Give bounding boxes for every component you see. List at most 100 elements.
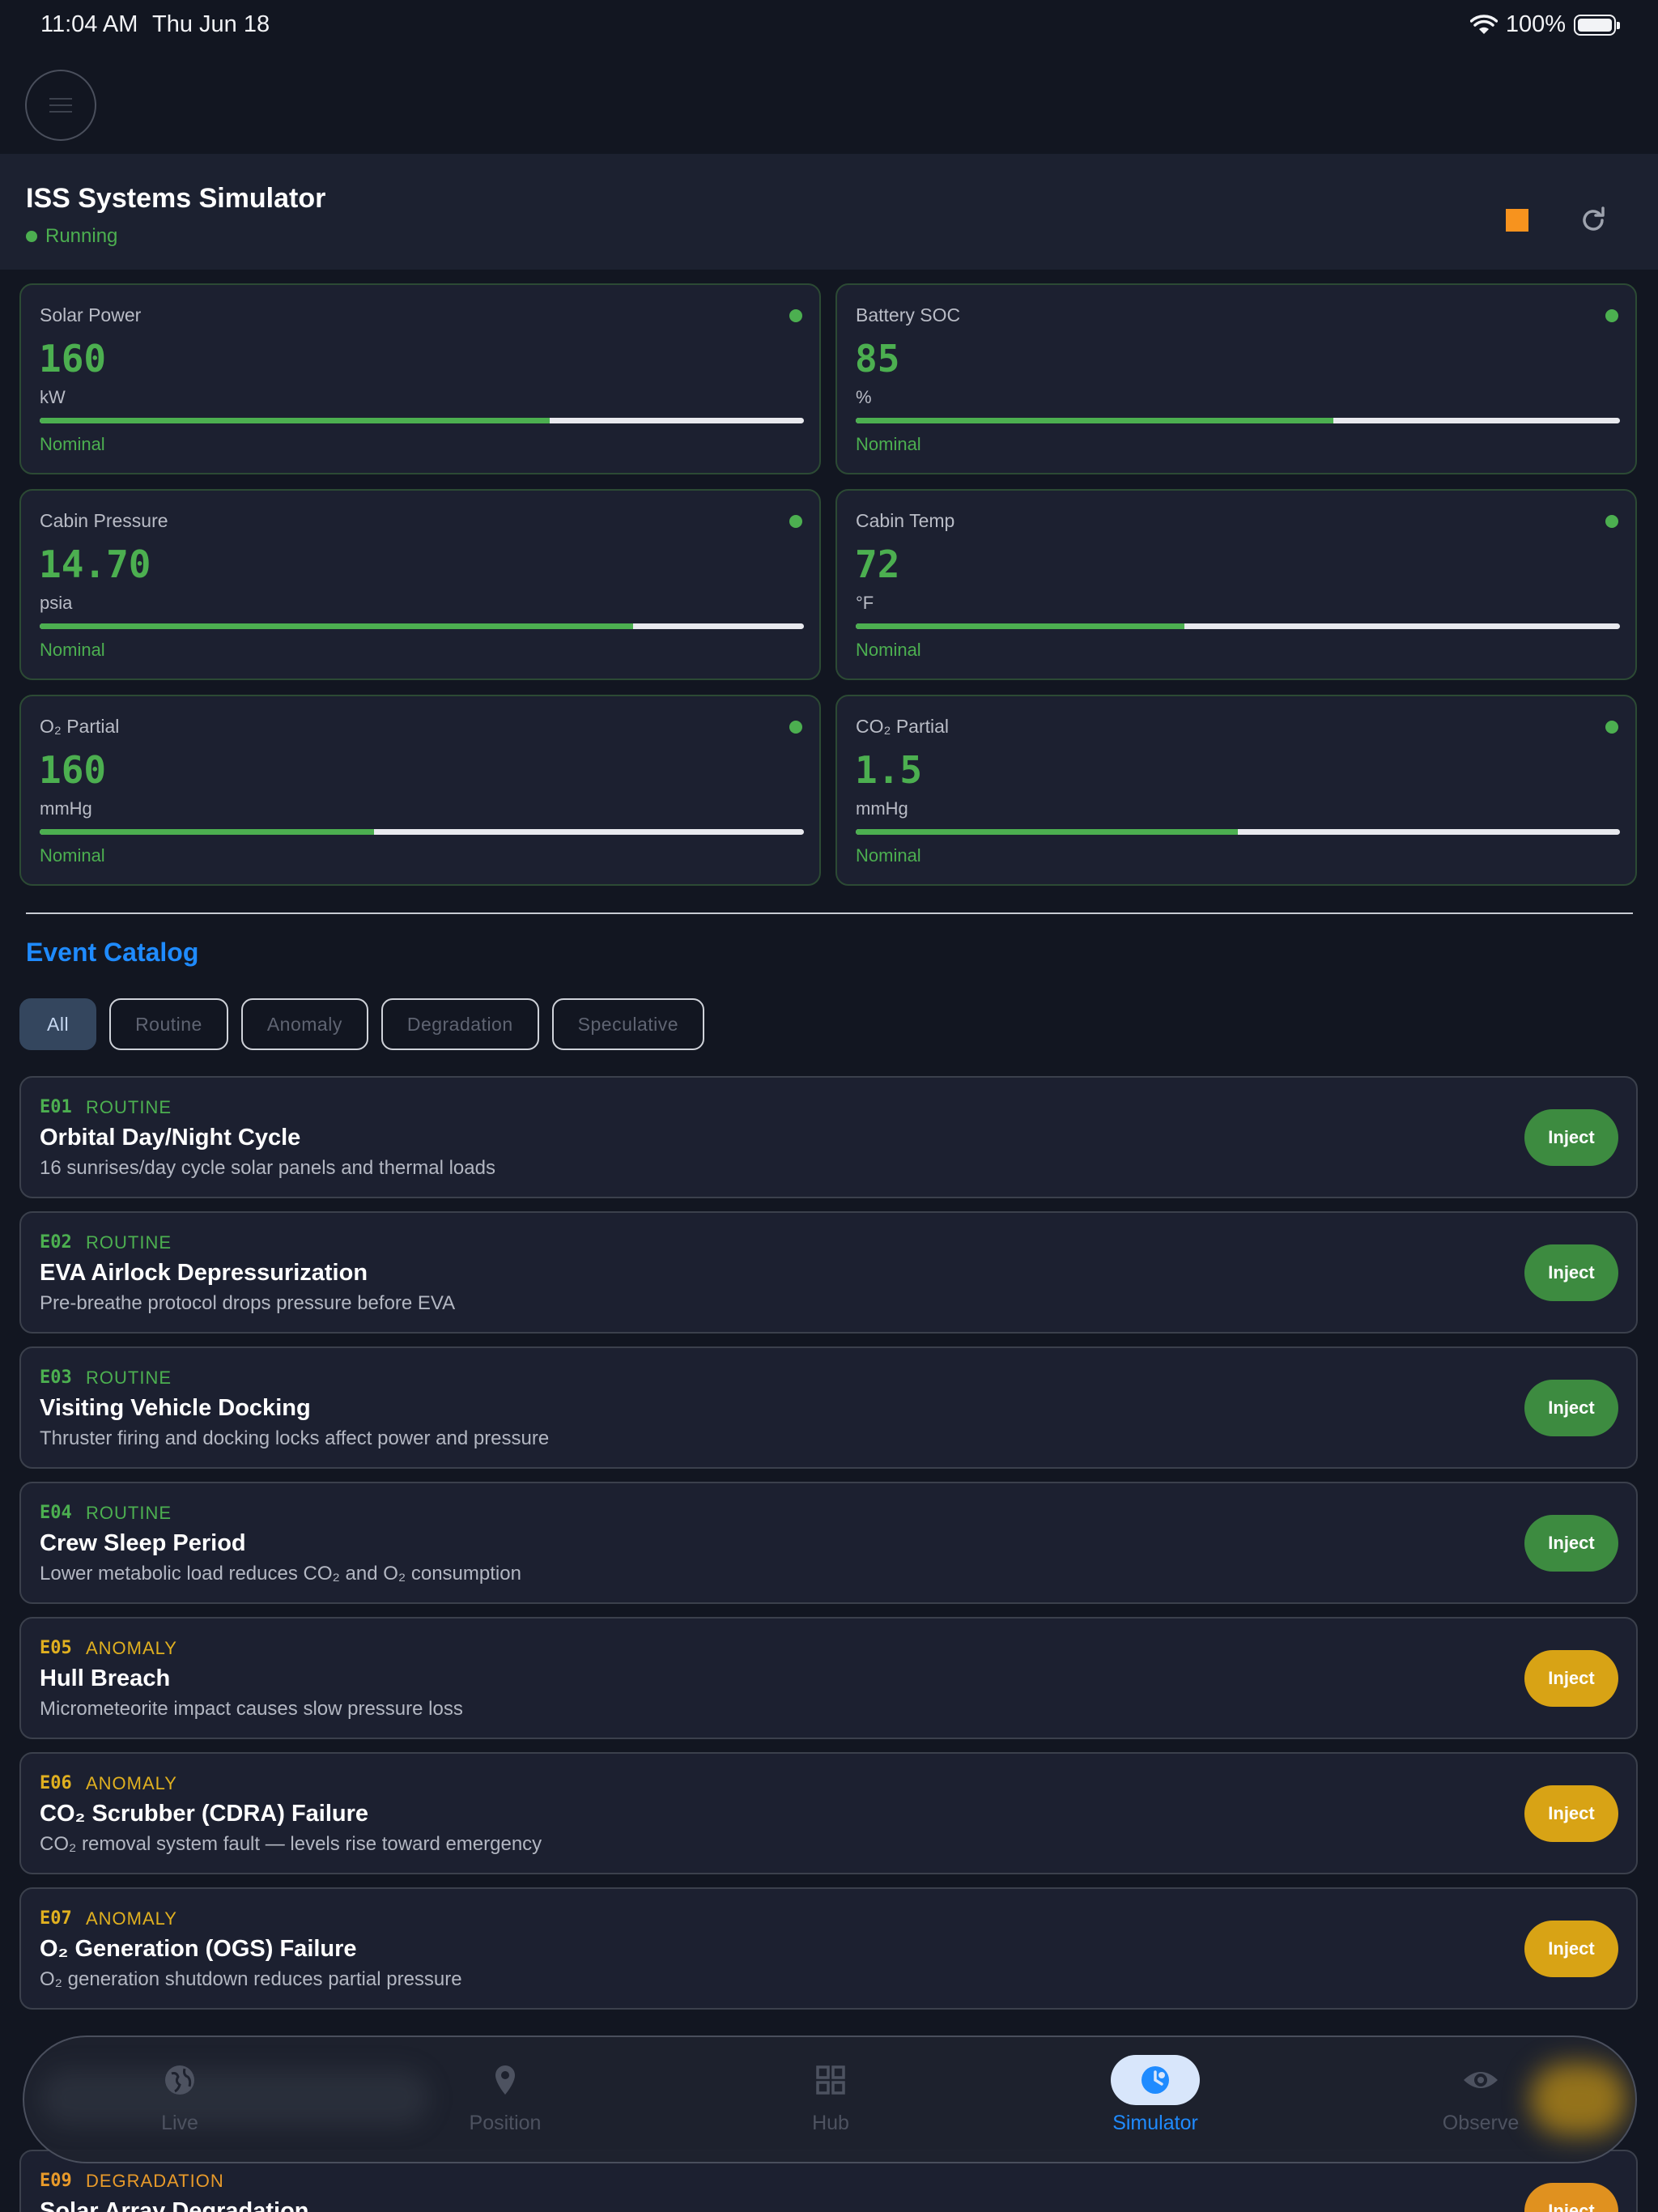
inject-button[interactable]: Inject	[1524, 1380, 1618, 1436]
tab-label: Observe	[1442, 2112, 1520, 2134]
tab-label: Live	[161, 2112, 198, 2134]
metric-unit: psia	[40, 593, 73, 613]
metric-card-o-partial: O₂ Partial 160 mmHg Nominal	[19, 695, 821, 886]
tab-label: Position	[469, 2112, 542, 2134]
tab-observe[interactable]: Observe	[1400, 2055, 1562, 2152]
metric-label: O₂ Partial	[40, 716, 120, 737]
run-status-label: Running	[45, 225, 118, 247]
metric-level-bar	[40, 829, 804, 835]
metric-level-fill	[856, 829, 1238, 835]
tab-live[interactable]: Live	[99, 2055, 261, 2152]
status-right: 100%	[1469, 11, 1620, 38]
filter-chip-anomaly[interactable]: Anomaly	[240, 998, 368, 1050]
metric-level-bar	[856, 623, 1620, 629]
bottom-tab-bar: Live Position Hub Simulator Observe	[23, 2035, 1637, 2163]
tab-hub[interactable]: Hub	[750, 2055, 912, 2152]
status-dot-icon	[1605, 721, 1618, 734]
metric-level-fill	[856, 418, 1333, 423]
event-category: ROUTINE	[86, 1503, 172, 1523]
simulator-icon	[1111, 2055, 1200, 2105]
event-card-e05: E05 ANOMALY Hull Breach Micrometeorite impa…	[19, 1617, 1638, 1739]
filter-chips: All Routine Anomaly Degradation Speculative	[19, 998, 705, 1050]
event-title: EVA Airlock Depressurization	[40, 1260, 368, 1286]
event-description: 16 sunrises/day cycle solar panels and t…	[40, 1157, 495, 1179]
tab-simulator[interactable]: Simulator	[1074, 2055, 1236, 2152]
inject-button[interactable]: Inject	[1524, 1515, 1618, 1572]
metric-status: Nominal	[856, 640, 921, 660]
event-title: Crew Sleep Period	[40, 1530, 246, 1556]
metric-level-bar	[856, 418, 1620, 423]
simulator-header: ISS Systems Simulator Running	[0, 154, 1658, 270]
event-code: E07	[40, 1908, 72, 1929]
inject-button[interactable]: Inject	[1524, 1785, 1618, 1842]
metric-unit: mmHg	[40, 798, 92, 819]
metric-unit: °F	[856, 593, 874, 613]
metric-unit: mmHg	[856, 798, 908, 819]
metric-value: 14.70	[39, 542, 151, 586]
stop-icon	[1506, 209, 1528, 232]
event-category: ROUTINE	[86, 1097, 172, 1117]
event-code: E09	[40, 2171, 72, 2191]
event-card-e03: E03 ROUTINE Visiting Vehicle Docking Thrust…	[19, 1346, 1638, 1469]
metric-level-bar	[40, 623, 804, 629]
hamburger-icon	[49, 98, 72, 113]
metric-status: Nominal	[856, 845, 921, 866]
metric-card-solar-power: Solar Power 160 kW Nominal	[19, 283, 821, 474]
event-code: E02	[40, 1232, 72, 1253]
metric-level-fill	[40, 623, 634, 629]
metric-label: Cabin Pressure	[40, 510, 168, 531]
event-category: ANOMALY	[86, 1773, 177, 1793]
filter-chip-all[interactable]: All	[19, 998, 97, 1050]
metric-value: 72	[855, 542, 900, 586]
stop-button[interactable]	[1494, 198, 1540, 243]
status-date: Thu Jun 18	[152, 11, 270, 37]
status-dot-icon	[789, 721, 802, 734]
status-dot-icon	[789, 309, 802, 322]
inject-button[interactable]: Inject	[1524, 1650, 1618, 1707]
reset-button[interactable]	[1571, 198, 1616, 243]
inject-button[interactable]: Inject	[1524, 1921, 1618, 1977]
event-card-e04: E04 ROUTINE Crew Sleep Period Lower metabol…	[19, 1482, 1638, 1604]
event-description: Pre-breathe protocol drops pressure befo…	[40, 1292, 456, 1314]
metric-label: Cabin Temp	[856, 510, 955, 531]
metric-label: Battery SOC	[856, 304, 961, 325]
event-card-e06: E06 ANOMALY CO₂ Scrubber (CDRA) Failure CO₂…	[19, 1752, 1638, 1874]
event-code: E03	[40, 1368, 72, 1388]
status-dot-icon	[1605, 515, 1618, 528]
metric-status: Nominal	[856, 434, 921, 454]
inject-button[interactable]: Inject	[1524, 1109, 1618, 1166]
menu-button[interactable]	[25, 70, 96, 141]
filter-chip-degradation[interactable]: Degradation	[380, 998, 539, 1050]
event-title: Orbital Day/Night Cycle	[40, 1125, 301, 1151]
metric-label: Solar Power	[40, 304, 142, 325]
event-title: Solar Array Degradation	[40, 2198, 309, 2212]
metric-level-fill	[856, 623, 1184, 629]
tab-position[interactable]: Position	[424, 2055, 586, 2152]
metric-card-cabin-pressure: Cabin Pressure 14.70 psia Nominal	[19, 489, 821, 680]
filter-chip-speculative[interactable]: Speculative	[551, 998, 705, 1050]
event-category: ROUTINE	[86, 1232, 172, 1253]
inject-button[interactable]: Inject	[1524, 1244, 1618, 1301]
metric-level-bar	[856, 829, 1620, 835]
battery-icon	[1574, 14, 1620, 36]
battery-percent: 100%	[1505, 11, 1566, 37]
metric-level-fill	[40, 418, 550, 423]
event-card-e02: E02 ROUTINE EVA Airlock Depressurization Pr…	[19, 1211, 1638, 1334]
metric-status: Nominal	[40, 434, 105, 454]
filter-chip-routine[interactable]: Routine	[109, 998, 228, 1050]
event-category: ROUTINE	[86, 1368, 172, 1388]
wifi-icon	[1469, 14, 1498, 34]
status-dot-icon	[789, 515, 802, 528]
section-divider	[26, 912, 1633, 914]
status-dot-icon	[26, 231, 37, 242]
grid-icon	[786, 2055, 875, 2105]
metric-level-bar	[40, 418, 804, 423]
metric-value: 85	[855, 337, 900, 381]
refresh-icon	[1583, 206, 1605, 231]
status-dot-icon	[1605, 309, 1618, 322]
event-title: Visiting Vehicle Docking	[40, 1395, 311, 1421]
metric-unit: %	[856, 387, 872, 407]
inject-button[interactable]: Inject	[1524, 2183, 1618, 2212]
tab-label: Hub	[812, 2112, 849, 2134]
metric-value: 160	[39, 748, 107, 792]
